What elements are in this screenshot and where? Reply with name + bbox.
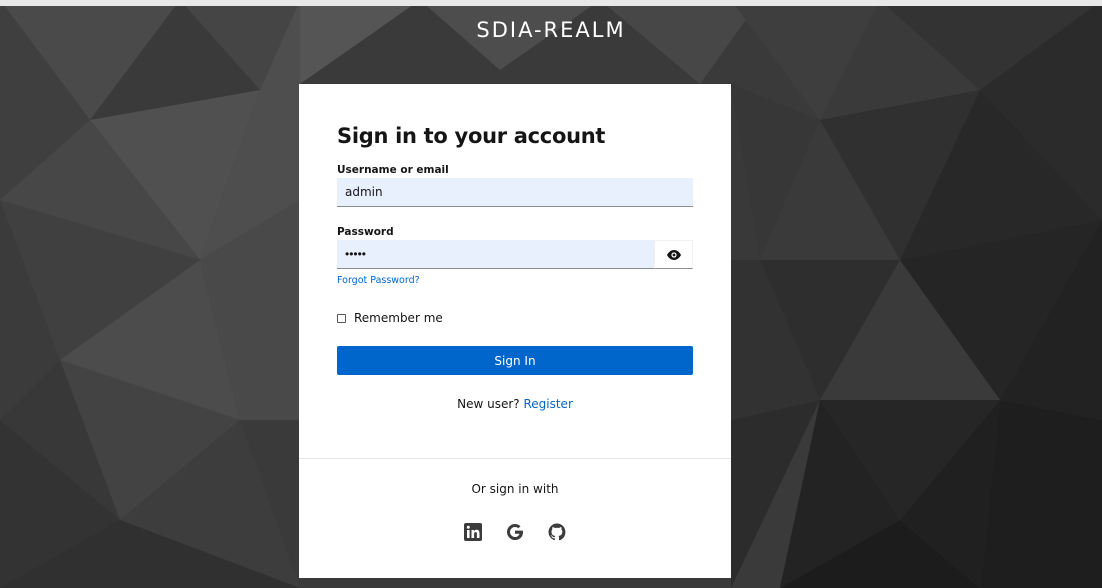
realm-title: SDIA-REALM	[476, 18, 626, 42]
checkbox-box[interactable]	[337, 313, 346, 323]
github-login-button[interactable]	[547, 522, 567, 542]
linkedin-icon	[464, 523, 482, 541]
google-icon	[507, 524, 523, 540]
google-login-button[interactable]	[505, 522, 525, 542]
forgot-password-link[interactable]: Forgot Password?	[337, 275, 420, 286]
login-card: Sign in to your account Username or emai…	[299, 84, 731, 578]
social-login-label: Or sign in with	[471, 482, 559, 496]
browser-top-strip	[0, 0, 1102, 6]
social-login-row	[299, 522, 731, 542]
username-input[interactable]	[337, 178, 693, 207]
password-field	[337, 240, 693, 269]
sign-in-button[interactable]: Sign In	[337, 346, 693, 375]
remember-me-label: Remember me	[354, 311, 443, 325]
login-heading: Sign in to your account	[337, 124, 606, 148]
show-password-button[interactable]	[654, 240, 693, 269]
password-label: Password	[337, 226, 394, 238]
username-label: Username or email	[337, 164, 449, 176]
linkedin-login-button[interactable]	[463, 522, 483, 542]
divider	[299, 458, 731, 459]
github-icon	[548, 523, 566, 541]
eye-icon	[666, 249, 681, 260]
new-user-text: New user?	[457, 397, 520, 411]
password-input[interactable]	[337, 240, 654, 269]
new-user-row: New user? Register	[299, 397, 731, 411]
remember-me-checkbox[interactable]: Remember me	[337, 311, 443, 325]
register-link[interactable]: Register	[523, 397, 572, 411]
